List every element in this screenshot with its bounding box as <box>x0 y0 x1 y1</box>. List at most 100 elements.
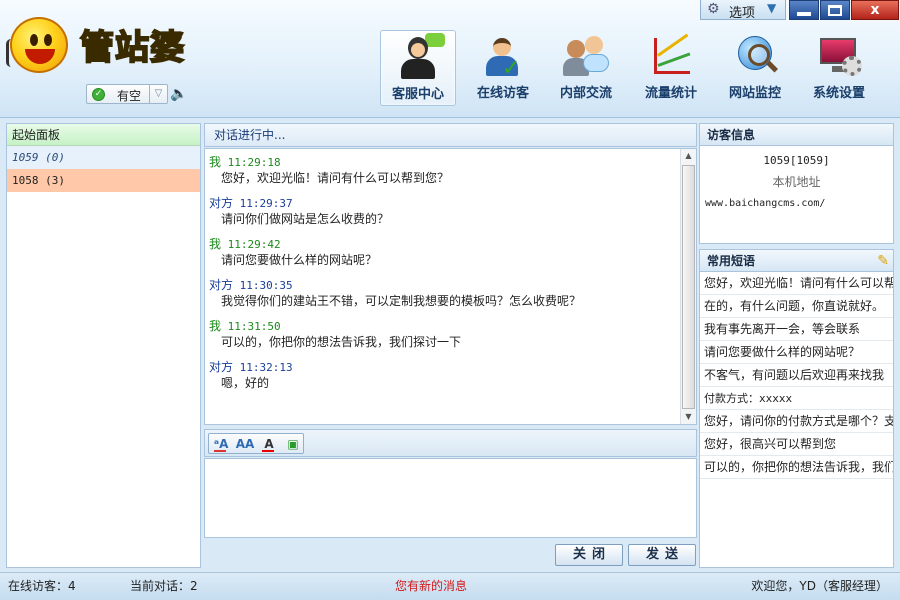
font-color-icon[interactable]: A <box>259 435 279 453</box>
chat-messages: 我 11:29:18 您好，欢迎光临！请问有什么可以帮到您？ 对方 11:29:… <box>205 149 681 424</box>
scroll-up-icon[interactable]: ▲ <box>681 149 696 163</box>
nav-label: 内部交流 <box>559 86 612 101</box>
phrase-item[interactable]: 可以的，你把你的想法告诉我，我们 <box>700 456 893 479</box>
nav-traffic-stats[interactable]: 流量统计 <box>633 30 709 106</box>
message-time: 11:32:13 <box>239 361 293 374</box>
message-sender: 我 <box>209 319 222 333</box>
visitor-id: 1059[1059] <box>763 154 830 167</box>
caret-down-icon: ▼ <box>767 1 777 15</box>
nav-system-settings[interactable]: 系统设置 <box>801 30 877 106</box>
chat-message: 我 11:31:50 可以的，你把你的想法告诉我，我们探讨一下 <box>209 319 681 351</box>
window-controls: ⚙ 选项 ▼ x <box>700 0 900 22</box>
phrase-item[interactable]: 请问您要做什么样的网站呢？ <box>700 341 893 364</box>
status-online-icon: ✓ <box>92 88 105 101</box>
font-size-icon[interactable]: AA <box>235 435 255 453</box>
nav-online-visitors[interactable]: ✓ 在线访客 <box>465 30 541 106</box>
phrase-item[interactable]: 您好，很高兴可以帮到您 <box>700 433 893 456</box>
options-label: 选项 <box>729 6 756 21</box>
close-window-button[interactable]: x <box>851 0 899 20</box>
nav-label: 流量统计 <box>644 86 697 101</box>
pencil-icon[interactable]: ✎ <box>877 253 889 269</box>
visitor-info-panel: 访客信息 1059[1059] 本机地址 www.baichangcms.com… <box>699 123 894 244</box>
emoticon-icon[interactable]: ▣ <box>283 435 303 453</box>
phrase-item[interactable]: 付款方式：xxxxx <box>700 387 893 410</box>
message-sender: 我 <box>209 155 222 169</box>
message-text: 嗯，好的 <box>221 376 270 390</box>
welcome-user: 欢迎您，YD（客服经理） <box>751 579 888 593</box>
message-time: 11:29:42 <box>227 238 281 251</box>
maximize-icon <box>828 5 842 16</box>
maximize-button[interactable] <box>820 0 850 20</box>
nav-label: 在线访客 <box>476 86 529 101</box>
nav-customer-service[interactable]: 客服中心 <box>380 30 456 106</box>
scrollbar-thumb[interactable] <box>682 165 695 409</box>
visitor-url[interactable]: www.baichangcms.com/ <box>700 198 893 209</box>
nav-site-monitor[interactable]: 网站监控 <box>717 30 793 106</box>
message-time: 11:30:35 <box>239 279 293 292</box>
message-input[interactable] <box>204 458 697 538</box>
visitor-info-title: 访客信息 <box>700 124 893 146</box>
chat-message: 我 11:29:42 请问您要做什么样的网站呢？ <box>209 237 681 269</box>
system-settings-icon <box>816 34 862 78</box>
message-sender: 我 <box>209 237 222 251</box>
online-visitor-icon: ✓ <box>480 34 526 81</box>
site-monitor-icon <box>732 34 779 78</box>
minimize-icon <box>797 12 811 16</box>
session-item-selected[interactable]: 1058 (3) <box>7 169 200 192</box>
quick-phrases-title: 常用短语 <box>700 250 893 272</box>
session-item[interactable]: 1059 (0) <box>7 146 200 169</box>
chat-status-header: 对话进行中... <box>204 123 697 147</box>
phrase-item[interactable]: 在的，有什么问题，你直说就好。 <box>700 295 893 318</box>
chat-message: 对方 11:29:37 请问你们做网站是怎么收费的？ <box>209 196 681 228</box>
message-sender: 对方 <box>209 196 234 210</box>
status-selector[interactable]: ✓ 有空 ▽ <box>86 84 168 104</box>
phrase-item[interactable]: 您好，请问你的付款方式是哪个？支 <box>700 410 893 433</box>
traffic-stats-icon <box>648 33 694 78</box>
new-message-notice[interactable]: 您有新的消息 <box>395 573 467 599</box>
phrase-item[interactable]: 我有事先离开一会，等会联系 <box>700 318 893 341</box>
speaker-icon[interactable]: 🔈 <box>170 86 188 102</box>
format-button-group: ᵃA AA A ▣ <box>208 433 304 454</box>
font-style-icon[interactable]: ᵃA <box>211 435 231 453</box>
quick-phrases-panel: 常用短语 ✎ 您好，欢迎光临！请问有什么可以帮 在的，有什么问题，你直说就好。 … <box>699 249 894 568</box>
internal-chat-icon <box>563 34 609 78</box>
message-sender: 对方 <box>209 360 234 374</box>
scroll-down-icon[interactable]: ▼ <box>681 410 696 424</box>
message-time: 11:31:50 <box>227 320 281 333</box>
message-text: 我觉得你们的建站王不错，可以定制我想要的模板吗？怎么收费呢？ <box>221 294 582 308</box>
send-button[interactable]: 发送 <box>628 544 696 566</box>
nav-internal-chat[interactable]: 内部交流 <box>548 30 624 106</box>
message-sender: 对方 <box>209 278 234 292</box>
message-time: 11:29:37 <box>239 197 293 210</box>
online-visitors-count: 在线访客：4 <box>8 579 76 593</box>
chat-message: 对方 11:32:13 嗯，好的 <box>209 360 681 392</box>
message-text: 您好，欢迎光临！请问有什么可以帮到您？ <box>221 171 450 185</box>
nav-label: 客服中心 <box>391 87 444 102</box>
status-bar: 在线访客：4 当前对话：2 您有新的消息 欢迎您，YD（客服经理） <box>0 572 900 600</box>
chat-message: 对方 11:30:35 我觉得你们的建站王不错，可以定制我想要的模板吗？怎么收费… <box>209 278 681 310</box>
gear-icon: ⚙ <box>707 1 720 17</box>
message-text: 请问你们做网站是怎么收费的？ <box>221 212 390 226</box>
chevron-down-icon[interactable]: ▽ <box>149 85 167 103</box>
minimize-button[interactable] <box>789 0 819 20</box>
message-time: 11:29:18 <box>227 156 281 169</box>
app-header: 管站婆 ✓ 有空 ▽ 🔈 ⚙ 选项 ▼ x 客服中心 ✓ 在线访客 内部交流 流… <box>0 0 900 118</box>
sessions-panel-title[interactable]: 起始面板 <box>7 124 200 146</box>
customer-service-icon <box>395 33 445 79</box>
close-chat-button[interactable]: 关闭 <box>555 544 623 566</box>
message-text: 请问您要做什么样的网站呢？ <box>221 253 378 267</box>
phrase-item[interactable]: 不客气，有问题以后欢迎再来找我 <box>700 364 893 387</box>
app-logo-text: 管站婆 <box>79 27 185 69</box>
current-sessions-count: 当前对话：2 <box>130 579 198 593</box>
chat-scrollbar[interactable]: ▲ ▼ <box>680 149 696 424</box>
input-format-toolbar: ᵃA AA A ▣ <box>204 429 697 457</box>
logo-mascot-icon <box>6 17 68 73</box>
nav-label: 系统设置 <box>812 86 865 101</box>
phrase-item[interactable]: 您好，欢迎光临！请问有什么可以帮 <box>700 272 893 295</box>
main-nav: 客服中心 ✓ 在线访客 内部交流 流量统计 网站监控 系统设置 <box>380 30 880 108</box>
message-text: 可以的，你把你的想法告诉我，我们探讨一下 <box>221 335 462 349</box>
options-button[interactable]: ⚙ 选项 ▼ <box>700 0 786 21</box>
status-label: 有空 <box>117 89 142 103</box>
visitor-location: 本机地址 <box>772 175 821 189</box>
nav-label: 网站监控 <box>728 86 781 101</box>
